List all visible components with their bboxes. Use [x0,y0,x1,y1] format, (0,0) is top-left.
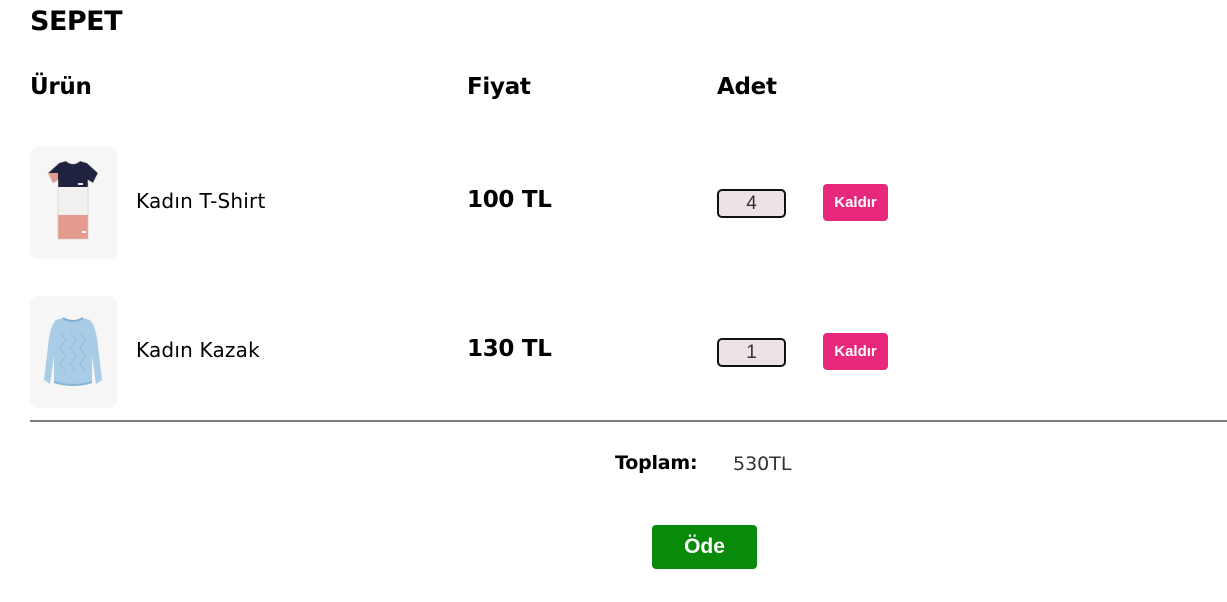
product-image[interactable] [30,296,117,408]
product-name: Kadın T-Shirt [136,189,266,213]
sweater-icon [44,317,102,386]
column-header-quantity: Adet [717,74,777,100]
column-header-product: Ürün [30,74,92,100]
cart-item-row: Kadın T-Shirt 100 TL Kaldır [0,147,1227,259]
quantity-input[interactable] [717,338,786,367]
divider [30,420,1227,422]
total-label: Toplam: [615,452,698,474]
product-name: Kadın Kazak [136,338,260,362]
remove-button[interactable]: Kaldır [823,184,888,221]
quantity-input[interactable] [717,189,786,218]
product-image[interactable] [30,147,117,259]
column-header-price: Fiyat [467,74,531,100]
tshirt-icon [47,160,99,240]
product-price: 100 TL [467,187,552,213]
total-value: 530TL [733,453,792,475]
remove-button[interactable]: Kaldır [823,333,888,370]
pay-button[interactable]: Öde [652,525,757,569]
product-price: 130 TL [467,336,552,362]
cart-page: SEPET Ürün Fiyat Adet Kadın T-Shirt 100 … [0,0,1227,602]
page-title: SEPET [30,6,123,37]
cart-item-row: Kadın Kazak 130 TL Kaldır [0,296,1227,408]
